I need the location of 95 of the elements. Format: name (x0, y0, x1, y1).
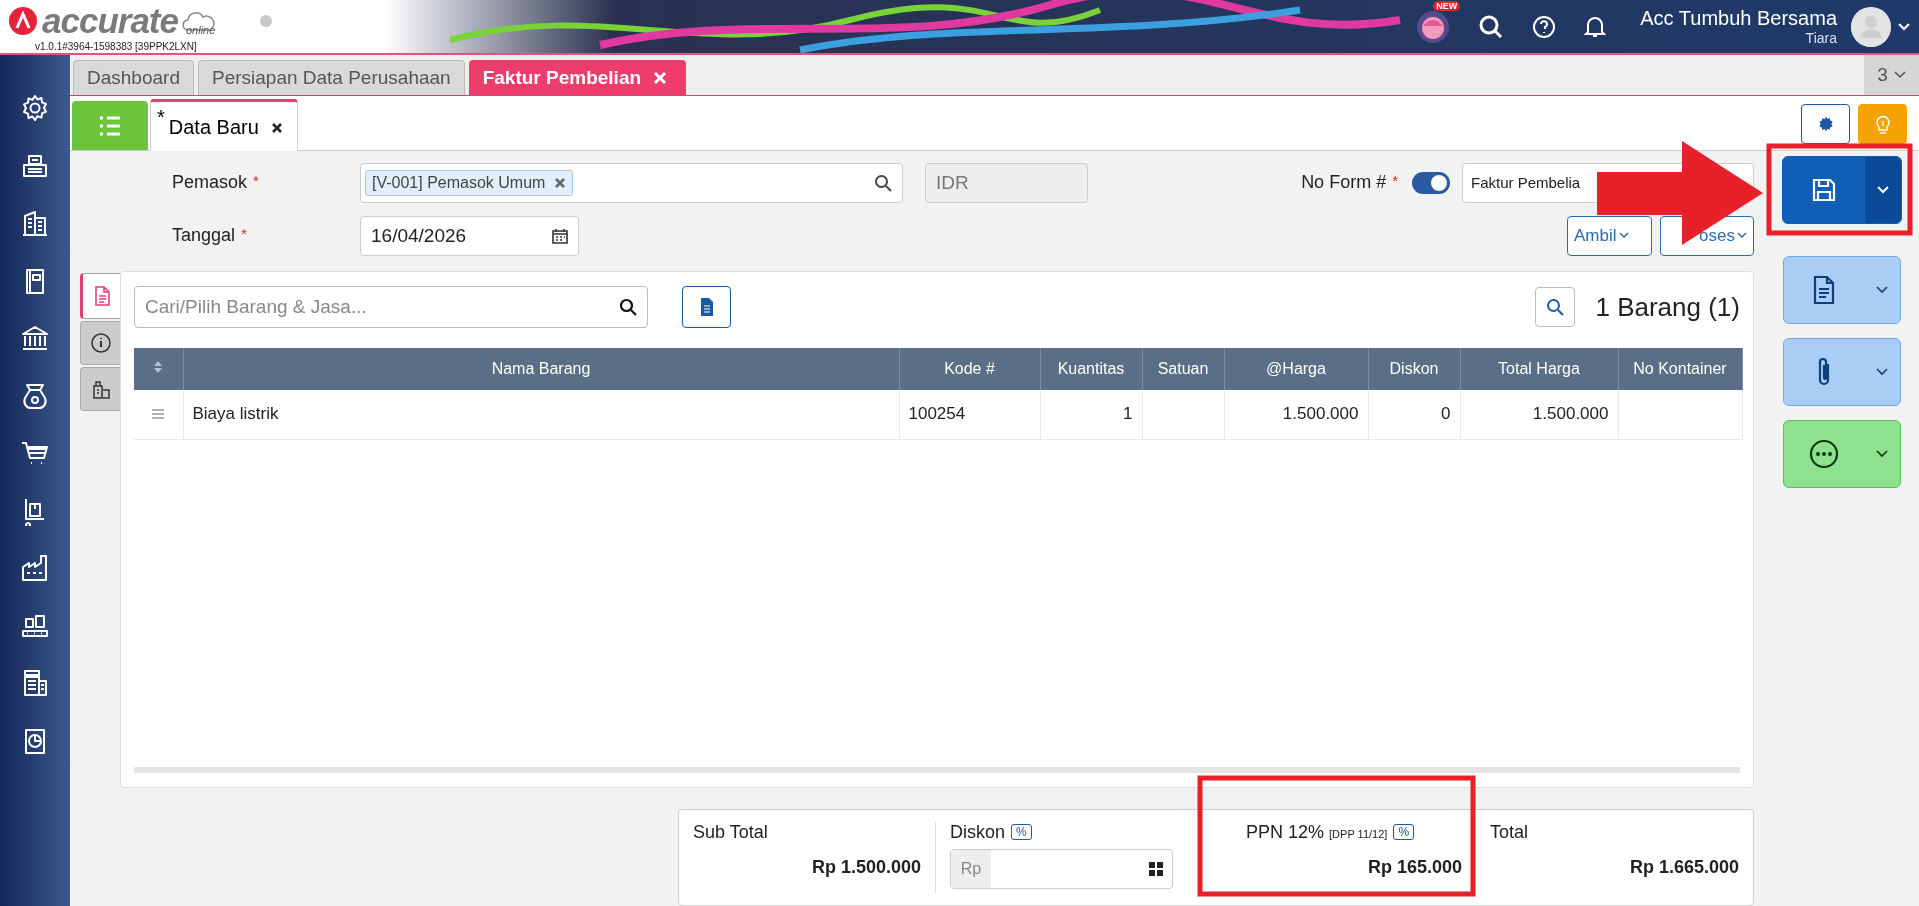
factory-icon[interactable] (20, 553, 50, 583)
table-cell: 1.500.000 (1282, 404, 1359, 424)
subtotal-value: Rp 1.500.000 (810, 857, 921, 878)
notification-bell-icon[interactable] (1584, 14, 1607, 39)
list-icon (98, 114, 122, 137)
attachment-button[interactable] (1783, 338, 1901, 406)
building-icon[interactable] (20, 208, 50, 238)
side-tab[interactable] (80, 273, 120, 319)
calendar-icon[interactable] (552, 227, 568, 244)
save-button[interactable] (1782, 156, 1902, 224)
subtotal-label: Sub Total (693, 822, 769, 843)
column-header[interactable]: Kuantitas (1040, 348, 1142, 390)
tab[interactable]: Faktur Pembelian (468, 60, 687, 95)
lightbulb-icon (1873, 113, 1892, 135)
mascot-icon[interactable] (1416, 9, 1451, 44)
item-search-field[interactable]: Cari/Pilih Barang & Jasa... (134, 286, 648, 328)
status-dot-icon (259, 13, 274, 28)
table-cell: 0 (1441, 404, 1451, 424)
caret-icon (1737, 232, 1747, 239)
column-header[interactable]: @Harga (1224, 348, 1368, 390)
bank-icon[interactable] (20, 323, 50, 353)
column-header[interactable]: Kode # (899, 348, 1040, 390)
remove-icon[interactable] (554, 176, 567, 189)
percent-toggle[interactable]: % (1393, 824, 1415, 840)
tax-basis-note: [DPP 11/12] (1329, 828, 1388, 840)
column-header[interactable]: Total Harga (1460, 348, 1618, 390)
toggle-switch[interactable] (1412, 171, 1450, 194)
tab[interactable]: Persiapan Data Perusahaan (197, 60, 465, 95)
logo-icon (8, 5, 38, 36)
field-label: No Form # (1301, 172, 1387, 193)
supplier-field[interactable]: [V-001] Pemasok Umum (360, 162, 903, 203)
tax-label: PPN 12% (1246, 822, 1325, 842)
drag-handle-icon[interactable] (151, 409, 166, 420)
percent-toggle[interactable]: % (1011, 824, 1032, 840)
settings-icon[interactable] (20, 93, 50, 123)
tab[interactable]: Dashboard (73, 60, 194, 95)
discount-field[interactable]: Rp (950, 849, 1173, 889)
sort-icon[interactable] (153, 360, 164, 374)
discount-label: Diskon (950, 822, 1006, 842)
caret-icon (1876, 368, 1888, 376)
caret-icon (1877, 186, 1889, 194)
side-tab[interactable] (80, 321, 120, 365)
search-button[interactable] (1535, 287, 1576, 327)
tab-count-dropdown[interactable]: 3 (1864, 55, 1919, 95)
version-label: v1.0.1#3964-1598383 [39PPK2LXN] (35, 41, 197, 52)
document-icon (698, 297, 715, 317)
dropdown-button[interactable]: Ambil (1567, 215, 1652, 256)
table-cell: 1 (1123, 404, 1133, 424)
total-value: Rp 1.665.000 (1628, 857, 1739, 878)
table-cell: 1.500.000 (1532, 404, 1609, 424)
document-button[interactable] (682, 286, 731, 328)
calculator-icon[interactable] (1148, 861, 1164, 877)
caret-icon (1893, 71, 1906, 79)
new-badge: NEW (1433, 0, 1461, 11)
caret-icon (1876, 450, 1888, 458)
print-document-button[interactable] (1783, 256, 1901, 324)
supplier-tag: [V-001] Pemasok Umum (365, 169, 574, 196)
document-tab[interactable]: * Data Baru (150, 99, 298, 151)
brand-subtitle: online (186, 23, 216, 36)
side-tab[interactable] (80, 367, 120, 411)
search-icon (1546, 298, 1565, 316)
search-icon[interactable] (619, 298, 637, 316)
required-mark: * (1392, 172, 1398, 191)
column-header[interactable]: Diskon (1368, 348, 1460, 390)
field-label: Pemasok (172, 172, 248, 193)
brand-logo: accurate (42, 3, 178, 38)
item-count: 1 Barang (1) (1595, 291, 1740, 323)
more-actions-button[interactable] (1783, 420, 1901, 488)
field-label: Tanggal (172, 225, 236, 246)
info-icon (89, 332, 112, 354)
column-header[interactable]: No Kontainer (1618, 348, 1742, 390)
settings-button[interactable] (1801, 104, 1850, 144)
save-icon (1810, 176, 1838, 204)
required-mark: * (253, 172, 259, 191)
tax-value: Rp 165.000 (1366, 857, 1462, 878)
tips-button[interactable] (1858, 104, 1907, 144)
column-header[interactable]: Satuan (1142, 348, 1224, 390)
date-field[interactable]: 16/04/2026 (360, 215, 579, 256)
total-label: Total (1490, 822, 1530, 843)
dropdown-caret-icon[interactable] (1897, 21, 1911, 32)
close-icon[interactable] (270, 122, 283, 134)
company-name: Acc Tumbuh Bersama (1640, 7, 1837, 30)
caret-icon (1618, 232, 1629, 239)
document-icon (1812, 275, 1836, 305)
currency-field: IDR (925, 162, 1088, 203)
user-name: Tiara (1804, 30, 1837, 46)
caret-icon (1876, 286, 1888, 294)
required-mark: * (241, 225, 247, 244)
column-header[interactable]: Nama Barang (183, 348, 899, 390)
more-icon (1809, 439, 1839, 469)
search-icon[interactable] (874, 173, 892, 192)
table-cell: 100254 (908, 404, 966, 424)
help-icon[interactable] (1532, 14, 1557, 39)
search-icon[interactable] (1478, 13, 1505, 40)
table-cell: Biaya listrik (192, 404, 279, 424)
